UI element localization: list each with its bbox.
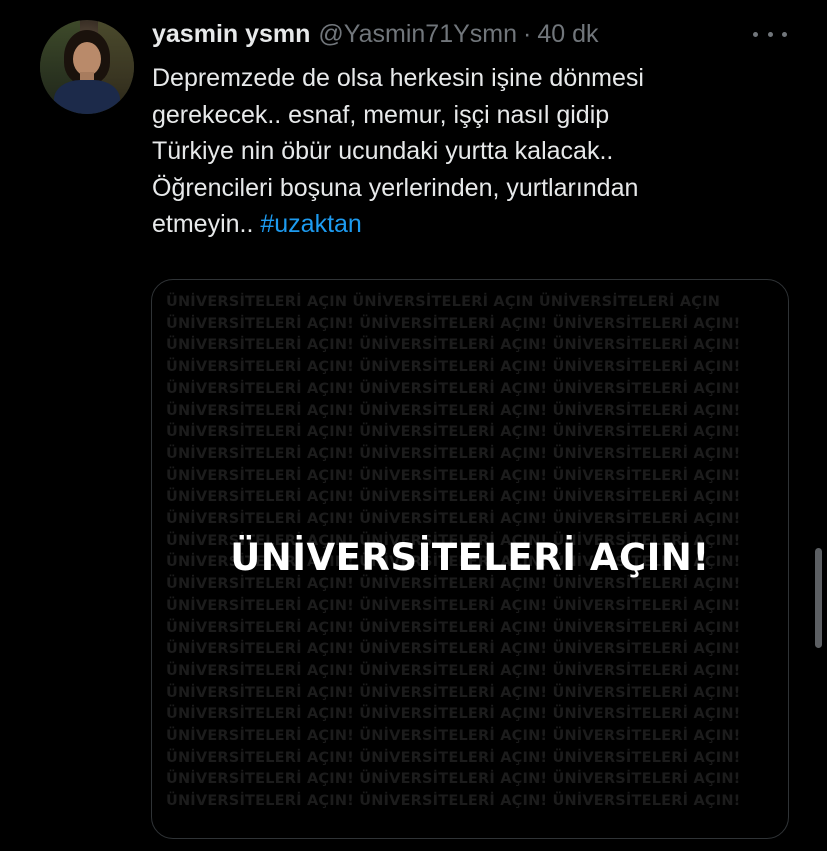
tweet-text-line: Depremzede de olsa herkesin işine dönmes… (152, 64, 644, 92)
tweet-header: yasmin ysmn @Yasmin71Ysmn · 40 dk (152, 18, 599, 50)
media-pattern-row: ÜNİVERSİTELERİ AÇIN! ÜNİVERSİTELERİ AÇIN… (166, 684, 741, 701)
more-dot (753, 31, 758, 37)
media-pattern-row: ÜNİVERSİTELERİ AÇIN! ÜNİVERSİTELERİ AÇIN… (166, 337, 741, 354)
scrollbar-thumb[interactable] (815, 548, 822, 648)
media-pattern-row: ÜNİVERSİTELERİ AÇIN! ÜNİVERSİTELERİ AÇIN… (166, 771, 741, 788)
more-dot (782, 31, 787, 37)
media-pattern-row: ÜNİVERSİTELERİ AÇIN! ÜNİVERSİTELERİ AÇIN… (166, 511, 741, 528)
tweet-text-last-line: etmeyin.. #uzaktan (152, 206, 792, 243)
media-pattern-row: ÜNİVERSİTELERİ AÇIN! ÜNİVERSİTELERİ AÇIN… (166, 359, 741, 376)
more-horizontal-icon[interactable] (753, 24, 787, 44)
tweet[interactable]: yasmin ysmn @Yasmin71Ysmn · 40 dk Deprem… (0, 0, 827, 851)
user-avatar[interactable] (40, 20, 134, 114)
tweet-text: Depremzede de olsa herkesin işine dönmes… (152, 60, 792, 243)
more-dot (767, 31, 773, 37)
media-pattern-row: ÜNİVERSİTELERİ AÇIN! ÜNİVERSİTELERİ AÇIN… (166, 793, 741, 810)
tweet-timestamp[interactable]: 40 dk (537, 20, 598, 49)
media-pattern-row: ÜNİVERSİTELERİ AÇIN! ÜNİVERSİTELERİ AÇIN… (166, 749, 741, 766)
hashtag-link[interactable]: #uzaktan (260, 210, 361, 238)
media-headline: ÜNİVERSİTELERİ AÇIN! (230, 536, 710, 579)
media-pattern-row: ÜNİVERSİTELERİ AÇIN! ÜNİVERSİTELERİ AÇIN… (166, 489, 741, 506)
user-handle[interactable]: @Yasmin71Ysmn (318, 20, 517, 49)
avatar-face (73, 42, 101, 76)
avatar-body (54, 80, 120, 114)
media-pattern-row: ÜNİVERSİTELERİ AÇIN! ÜNİVERSİTELERİ AÇIN… (166, 467, 741, 484)
tweet-media-image[interactable]: ÜNİVERSİTELERİ AÇIN ÜNİVERSİTELERİ AÇIN … (151, 279, 789, 839)
separator-dot: · (523, 19, 532, 48)
tweet-text-line: etmeyin.. (152, 210, 261, 238)
media-pattern-row: ÜNİVERSİTELERİ AÇIN! ÜNİVERSİTELERİ AÇIN… (166, 380, 741, 397)
media-pattern-row: ÜNİVERSİTELERİ AÇIN! ÜNİVERSİTELERİ AÇIN… (166, 445, 741, 462)
media-pattern-row: ÜNİVERSİTELERİ AÇIN! ÜNİVERSİTELERİ AÇIN… (166, 424, 741, 441)
media-pattern-row: ÜNİVERSİTELERİ AÇIN! ÜNİVERSİTELERİ AÇIN… (166, 597, 741, 614)
display-name[interactable]: yasmin ysmn (152, 20, 310, 49)
tweet-text-line: Öğrencileri boşuna yerlerinden, yurtları… (152, 173, 639, 202)
media-pattern-row: ÜNİVERSİTELERİ AÇIN! ÜNİVERSİTELERİ AÇIN… (166, 402, 741, 419)
media-pattern-row: ÜNİVERSİTELERİ AÇIN! ÜNİVERSİTELERİ AÇIN… (166, 641, 741, 658)
media-pattern-row: ÜNİVERSİTELERİ AÇIN ÜNİVERSİTELERİ AÇIN … (166, 294, 721, 310)
media-pattern-row: ÜNİVERSİTELERİ AÇIN! ÜNİVERSİTELERİ AÇIN… (166, 619, 741, 636)
media-pattern-row: ÜNİVERSİTELERİ AÇIN! ÜNİVERSİTELERİ AÇIN… (166, 728, 741, 745)
tweet-text-line: Türkiye nin öbür ucundaki yurtta kalacak… (152, 137, 614, 165)
media-pattern-row: ÜNİVERSİTELERİ AÇIN! ÜNİVERSİTELERİ AÇIN… (166, 662, 741, 679)
media-pattern-row: ÜNİVERSİTELERİ AÇIN! ÜNİVERSİTELERİ AÇIN… (166, 315, 741, 332)
tweet-text-line: gerekecek.. esnaf, memur, işçi nasıl gid… (152, 100, 610, 129)
media-pattern-row: ÜNİVERSİTELERİ AÇIN! ÜNİVERSİTELERİ AÇIN… (166, 706, 741, 723)
